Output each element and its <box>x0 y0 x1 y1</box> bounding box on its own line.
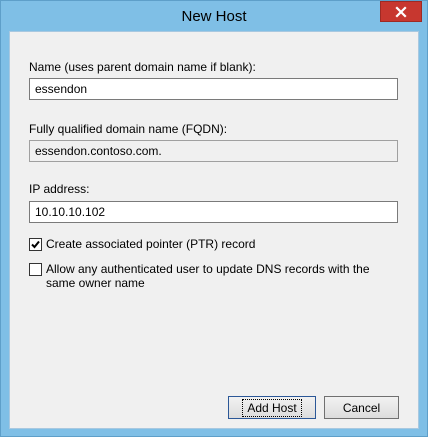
cancel-button-label: Cancel <box>342 400 381 415</box>
name-input[interactable]: essendon <box>29 78 398 100</box>
ptr-checkbox[interactable] <box>29 238 42 251</box>
checkmark-icon <box>31 240 40 249</box>
allow-update-checkbox[interactable] <box>29 263 42 276</box>
ptr-checkbox-label: Create associated pointer (PTR) record <box>46 237 256 251</box>
dialog-title: New Host <box>181 8 247 25</box>
ip-address-input[interactable]: 10.10.10.102 <box>29 201 398 223</box>
close-icon <box>395 5 407 18</box>
allow-update-checkbox-row[interactable]: Allow any authenticated user to update D… <box>29 262 397 290</box>
name-label: Name (uses parent domain name if blank): <box>29 60 256 74</box>
title-bar[interactable]: New Host <box>1 1 427 31</box>
dialog-body: Name (uses parent domain name if blank):… <box>9 31 419 429</box>
fqdn-field: essendon.contoso.com. <box>29 140 398 162</box>
allow-update-checkbox-label: Allow any authenticated user to update D… <box>46 262 370 290</box>
add-host-button[interactable]: Add Host <box>228 396 316 419</box>
add-host-button-label: Add Host <box>242 398 302 417</box>
close-button[interactable] <box>380 1 422 22</box>
ptr-checkbox-row[interactable]: Create associated pointer (PTR) record <box>29 237 399 251</box>
cancel-button[interactable]: Cancel <box>324 396 399 419</box>
fqdn-label: Fully qualified domain name (FQDN): <box>29 122 228 136</box>
ip-label: IP address: <box>29 182 90 196</box>
dialog-window: New Host Name (uses parent domain name i… <box>0 0 428 437</box>
